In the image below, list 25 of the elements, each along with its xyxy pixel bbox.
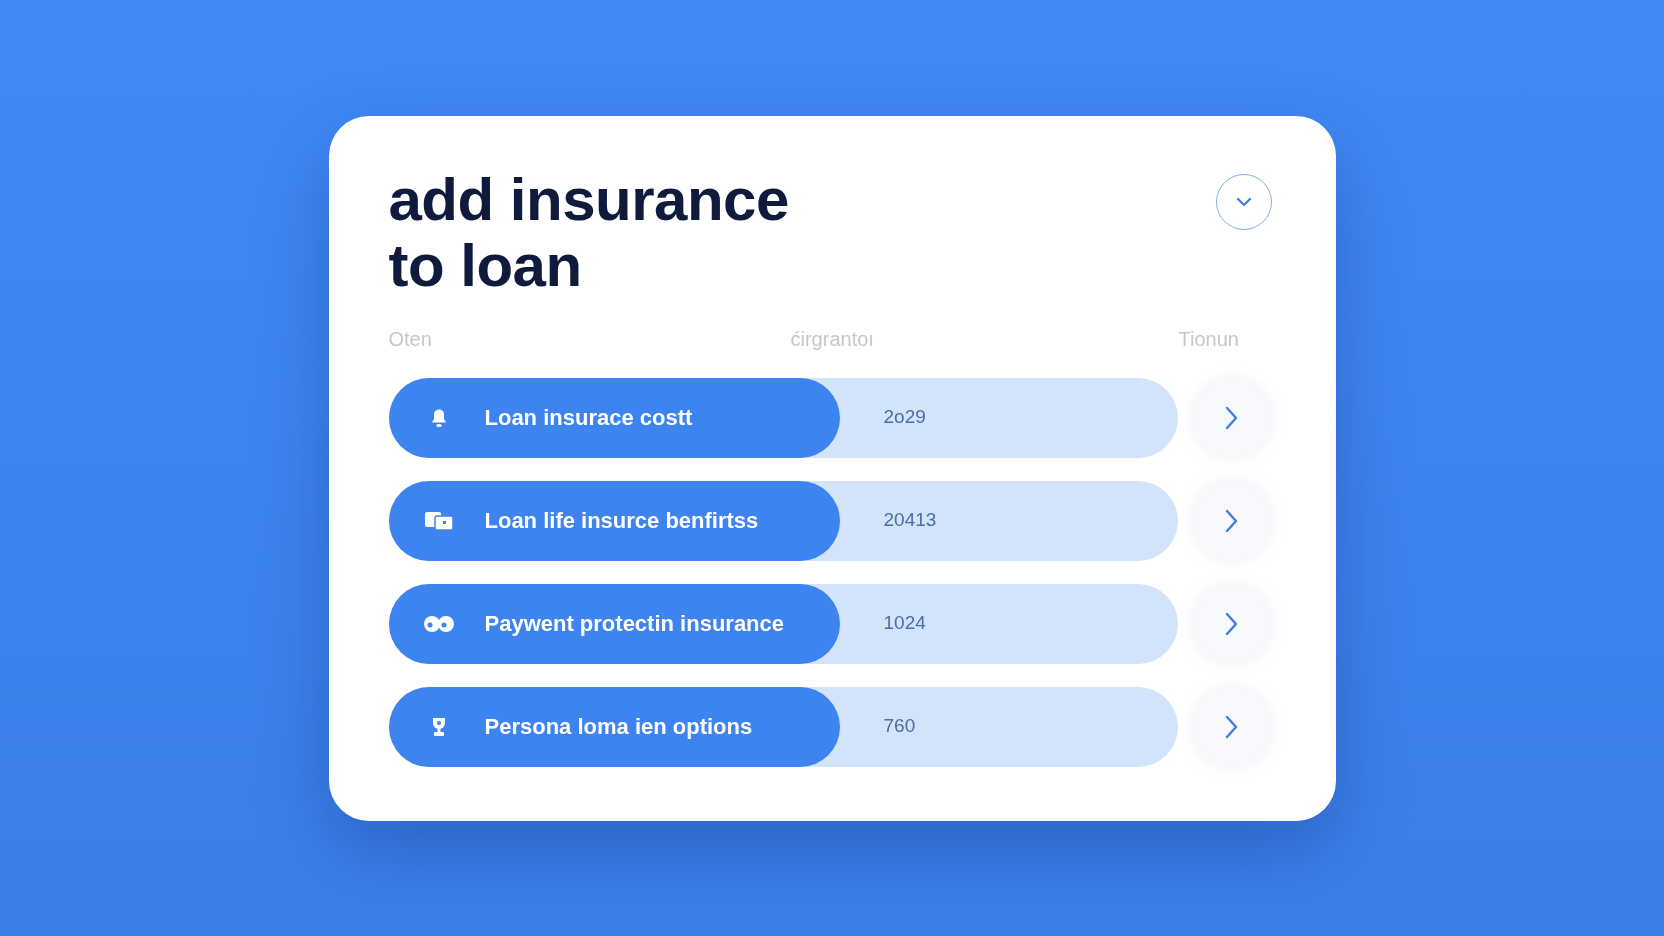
chevron-right-icon [1225, 508, 1238, 533]
cards-icon [423, 510, 454, 531]
chevron-right-icon [1225, 405, 1238, 430]
row-value: 760 [883, 714, 916, 739]
column-header: Tionun [1178, 326, 1240, 351]
insurance-row[interactable]: Loan life insurce benfirtss 20413 [388, 480, 1178, 561]
insurance-row[interactable]: Paywent protectin insurance 1024 [388, 583, 1178, 664]
row-value: 1024 [883, 611, 926, 636]
row-value: 20413 [883, 508, 937, 533]
insurance-row[interactable]: Persona loma ien options 760 [388, 686, 1178, 767]
column-header: ćirgrantoı [790, 326, 875, 351]
row-value: 2o29 [883, 405, 926, 430]
trophy-icon [430, 716, 447, 737]
row-title: Persona loma ien options [484, 713, 753, 741]
row-title: Paywent protectin insurance [484, 610, 785, 638]
row-title: Loan insurace costt [484, 404, 693, 432]
column-header: Oten [388, 326, 433, 351]
card-title: add insurance to loan [388, 166, 790, 299]
two-circles-icon [422, 614, 455, 633]
chevron-right-icon [1225, 611, 1238, 636]
chevron-down-icon [1235, 196, 1252, 207]
chevron-right-icon [1225, 714, 1238, 739]
row-title: Loan life insurce benfirtss [484, 507, 759, 535]
bell-icon [429, 407, 448, 428]
insurance-row[interactable]: Loan insurace costt 2o29 [388, 377, 1178, 458]
